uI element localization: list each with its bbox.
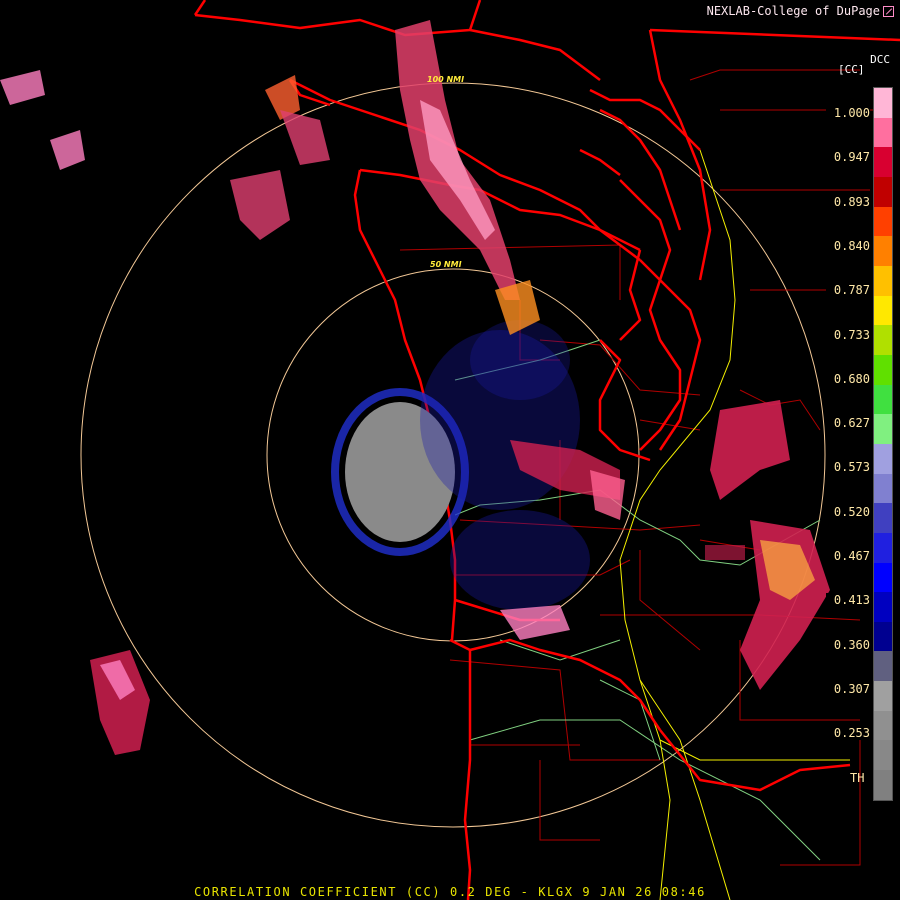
- range-label-100: 100 NMI: [427, 75, 464, 84]
- colorbar-segment: [874, 236, 892, 266]
- legend-tick-label: 0.413: [826, 593, 870, 608]
- product-title: CORRELATION COEFFICIENT (CC) 0.2 DEG - K…: [194, 885, 706, 899]
- colorbar-segment: [874, 770, 892, 800]
- colorbar-segment: [874, 354, 892, 385]
- colorbar-segment: [874, 325, 892, 355]
- colorbar-segment: [874, 117, 892, 148]
- colorbar-segment: [874, 384, 892, 415]
- range-label-50: 50 NMI: [430, 260, 462, 269]
- colorbar-segment: [874, 651, 892, 682]
- legend-tick-label: 0.840: [826, 238, 870, 253]
- legend-tick-label: 0.360: [826, 637, 870, 652]
- colorbar-segment: [874, 206, 892, 237]
- colorbar-segment: [874, 265, 892, 296]
- legend-unit-top: DCC: [870, 53, 890, 66]
- colorbar-segment: [874, 740, 892, 771]
- colorbar-segment: [874, 295, 892, 326]
- radar-map: 100 NMI 50 NMI: [0, 0, 900, 900]
- colorbar-segment: [874, 532, 892, 563]
- colorbar-segment: [874, 414, 892, 444]
- legend-th-label: TH: [850, 771, 865, 785]
- colorbar-segment: [874, 503, 892, 533]
- legend-tick-label: 0.787: [826, 283, 870, 298]
- legend-tick-label: 0.467: [826, 549, 870, 563]
- legend-tick-label: 0.893: [826, 194, 870, 209]
- colorbar-segment: [874, 592, 892, 622]
- colorbar-segment: [874, 681, 892, 711]
- legend-tick-label: 0.520: [826, 504, 870, 519]
- legend-tick-label: 0.627: [826, 416, 870, 431]
- colorbar-segment: [874, 147, 892, 177]
- credit-text: NEXLAB-College of DuPage: [706, 4, 880, 18]
- colorbar-segment: [874, 562, 892, 593]
- credit-label: NEXLAB-College of DuPage: [698, 3, 900, 19]
- colorbar-segment: [874, 710, 892, 741]
- legend-tick-label: 0.680: [826, 371, 870, 386]
- colorbar-segment: [874, 473, 892, 504]
- colorbar-segment: [874, 88, 892, 118]
- legend-tick-label: 0.307: [826, 681, 870, 696]
- legend-tick-label: 0.733: [826, 327, 870, 342]
- echo-cascade-north: [710, 400, 790, 500]
- legend-tick-label: 0.947: [826, 150, 870, 165]
- external-link-icon[interactable]: [883, 6, 894, 17]
- colorbar-segment: [874, 443, 892, 474]
- legend-tick-label: 0.253: [826, 726, 870, 741]
- radar-echoes: [0, 20, 830, 755]
- legend-tick-label: 0.573: [826, 460, 870, 475]
- legend-unit: [CC]: [838, 63, 865, 76]
- colorbar: [873, 87, 893, 801]
- colorbar-segment: [874, 621, 892, 652]
- colorbar-segment: [874, 176, 892, 207]
- legend-tick-label: 1.000: [826, 106, 870, 120]
